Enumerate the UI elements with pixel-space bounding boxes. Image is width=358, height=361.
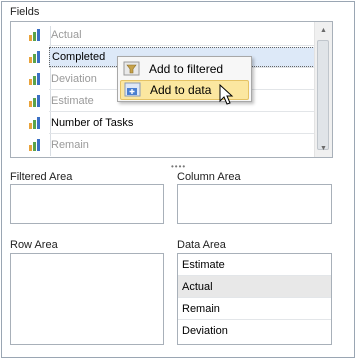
scroll-thumb[interactable] [317,40,329,150]
splitter-grip[interactable]: •••• [171,162,186,171]
field-item-actual[interactable]: Actual [29,24,319,46]
row-area[interactable] [10,253,164,345]
filtered-area-label: Filtered Area [10,171,73,183]
data-area[interactable]: Estimate Actual Remain Deviation [177,253,332,345]
filter-icon [123,61,140,76]
menu-item-label: Add to filtered [149,62,224,76]
fields-scrollbar[interactable]: ▲ ▼ [314,22,332,157]
bar-chart-icon [29,29,40,41]
scroll-up-icon[interactable]: ▲ [315,22,332,39]
filtered-area[interactable] [10,184,164,224]
column-area-label: Column Area [177,171,241,183]
field-label: Estimate [51,95,94,107]
bar-chart-icon [29,73,40,85]
field-item-number-of-tasks[interactable]: Number of Tasks [29,112,319,134]
data-area-item[interactable]: Actual [178,276,331,298]
data-area-label: Data Area [177,239,226,251]
menu-item-label: Add to data [150,83,212,97]
data-area-item[interactable]: Estimate [178,254,331,276]
bar-chart-icon [29,51,40,63]
row-area-label: Row Area [10,239,58,251]
field-label: Remain [51,139,89,151]
bar-chart-icon [29,139,40,151]
data-area-item[interactable]: Remain [178,298,331,320]
field-label: Number of Tasks [51,117,134,129]
bar-chart-icon [29,117,40,129]
scroll-down-icon[interactable]: ▼ [315,140,332,157]
field-item-remain[interactable]: Remain [29,134,319,156]
bar-chart-icon [29,95,40,107]
data-area-item[interactable]: Deviation [178,320,331,342]
fields-label: Fields [10,6,40,18]
field-label: Deviation [51,73,97,85]
mouse-pointer-icon [219,84,234,105]
menu-item-add-to-filtered[interactable]: Add to filtered [120,59,249,79]
field-label: Completed [52,51,106,63]
field-label: Actual [51,29,82,41]
add-data-icon [124,82,141,97]
column-area[interactable] [177,184,332,224]
